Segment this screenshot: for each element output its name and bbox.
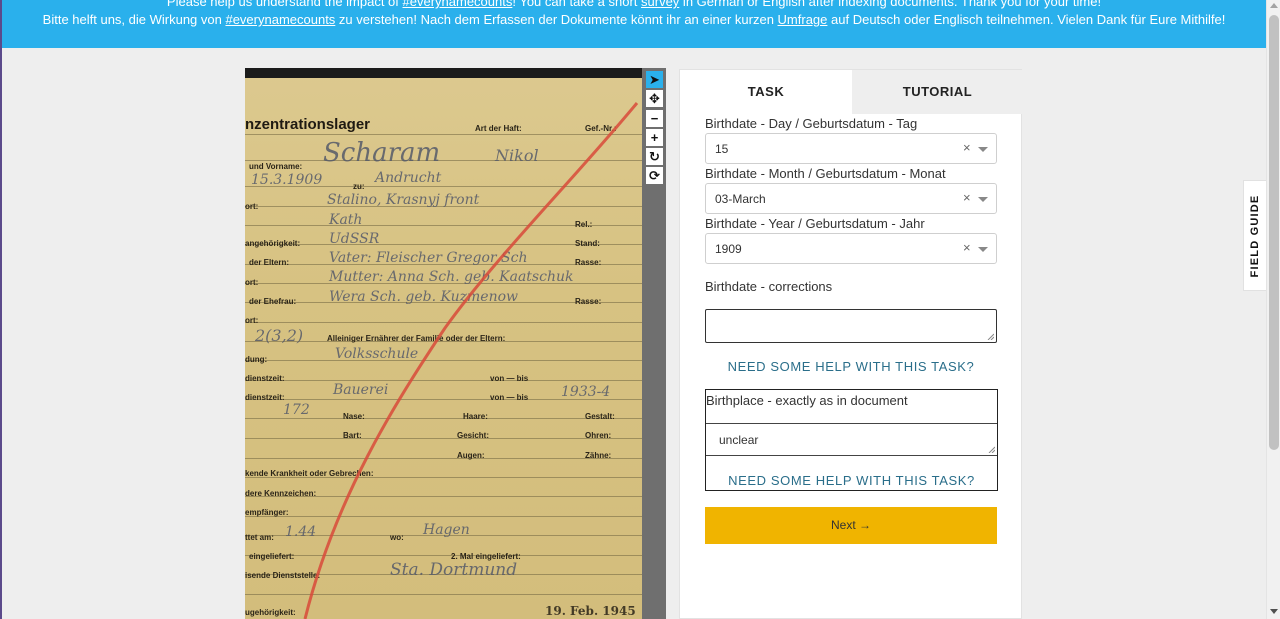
birthplace-label: Birthplace - exactly as in document: [706, 393, 908, 408]
birthdate-corrections-input[interactable]: [705, 309, 997, 343]
scrollbar-thumb[interactable]: [1269, 15, 1279, 450]
banner-text: ! You can take a short: [512, 0, 642, 9]
chevron-down-icon[interactable]: [978, 197, 988, 202]
banner-text: Bitte helft uns, die Wirkung von: [42, 12, 226, 27]
arrow-right-icon: →: [859, 518, 872, 532]
pointer-tool[interactable]: ➤: [646, 71, 663, 88]
chevron-down-icon[interactable]: [978, 147, 988, 152]
birth-year-label: Birthdate - Year / Geburtsdatum - Jahr: [705, 216, 925, 231]
banner-text: auf Deutsch oder Englisch teilnehmen. Vi…: [827, 12, 1226, 27]
reset-tool[interactable]: ⟳: [646, 167, 663, 184]
birth-month-select[interactable]: 03-March ×: [705, 183, 997, 214]
survey-link[interactable]: survey: [641, 0, 679, 9]
red-pencil-strike: [303, 102, 639, 619]
field-guide-label: FIELD GUIDE: [1249, 194, 1261, 277]
banner-line-english: Please help us understand the impact of …: [2, 0, 1266, 11]
panel-tabs: TASK TUTORIAL: [680, 70, 1023, 114]
move-icon: ✥: [649, 91, 660, 106]
birth-month-label: Birthdate - Month / Geburtsdatum - Monat: [705, 166, 946, 181]
clear-icon[interactable]: ×: [963, 240, 971, 255]
clear-icon[interactable]: ×: [963, 140, 971, 155]
birth-day-select[interactable]: 15 ×: [705, 133, 997, 164]
minus-icon: −: [650, 111, 659, 126]
zoom-out-tool[interactable]: −: [646, 110, 663, 127]
scroll-down-arrow-icon[interactable]: [1270, 609, 1278, 614]
pan-tool[interactable]: ✥: [646, 90, 663, 107]
banner-text: in German or English after indexing docu…: [679, 0, 1102, 9]
page-scrollbar[interactable]: [1266, 0, 1280, 619]
task-panel: TASK TUTORIAL Birthdate - Day / Geburtsd…: [679, 69, 1023, 619]
help-link[interactable]: NEED SOME HELP WITH THIS TASK?: [705, 359, 997, 374]
rotate-tool[interactable]: ↻: [646, 148, 663, 165]
banner-text: Please help us understand the impact of: [166, 0, 403, 9]
next-button[interactable]: Next →: [705, 507, 997, 544]
hashtag-link-de[interactable]: #everynamecounts: [225, 12, 335, 27]
page-left-border: [0, 0, 2, 619]
birth-year-value: 1909: [715, 242, 742, 256]
clear-icon[interactable]: ×: [963, 190, 971, 205]
birthdate-corrections-label: Birthdate - corrections: [705, 279, 833, 294]
tab-task[interactable]: TASK: [680, 70, 852, 114]
birth-day-label: Birthdate - Day / Geburtsdatum - Tag: [705, 116, 918, 131]
banner-text: zu verstehen! Nach dem Erfassen der Doku…: [335, 12, 778, 27]
scroll-up-arrow-icon[interactable]: [1270, 3, 1278, 8]
birthplace-help-link[interactable]: NEED SOME HELP WITH THIS TASK?: [706, 473, 997, 488]
resize-grip-icon[interactable]: [988, 446, 995, 453]
hashtag-link[interactable]: #everynamecounts: [403, 0, 513, 9]
birthplace-value: unclear: [719, 433, 759, 447]
survey-banner: Please help us understand the impact of …: [2, 0, 1266, 48]
tab-tutorial[interactable]: TUTORIAL: [852, 70, 1023, 114]
chevron-down-icon[interactable]: [978, 247, 988, 252]
birthplace-field-group: Birthplace - exactly as in document uncl…: [705, 389, 998, 491]
cursor-icon: ➤: [649, 72, 660, 87]
birth-day-value: 15: [715, 142, 729, 156]
plus-icon: +: [650, 130, 659, 145]
resize-grip-icon[interactable]: [987, 333, 994, 340]
birth-month-value: 03-March: [715, 192, 766, 206]
rotate-icon: ↻: [649, 149, 660, 164]
viewer-toolbar: ➤ ✥ − + ↻ ⟳: [642, 68, 666, 619]
zoom-in-tool[interactable]: +: [646, 129, 663, 146]
document-image[interactable]: nzentrationslager Art der Haft: Gef.-Nr.…: [245, 68, 642, 619]
next-label: Next: [830, 518, 856, 532]
birth-year-select[interactable]: 1909 ×: [705, 233, 997, 264]
refresh-icon: ⟳: [649, 168, 660, 183]
umfrage-link[interactable]: Umfrage: [778, 12, 828, 27]
field-guide-tab[interactable]: FIELD GUIDE: [1243, 180, 1266, 291]
document-viewer[interactable]: nzentrationslager Art der Haft: Gef.-Nr.…: [245, 68, 666, 619]
birthplace-input[interactable]: unclear: [706, 423, 997, 456]
banner-line-german: Bitte helft uns, die Wirkung von #everyn…: [2, 11, 1266, 29]
